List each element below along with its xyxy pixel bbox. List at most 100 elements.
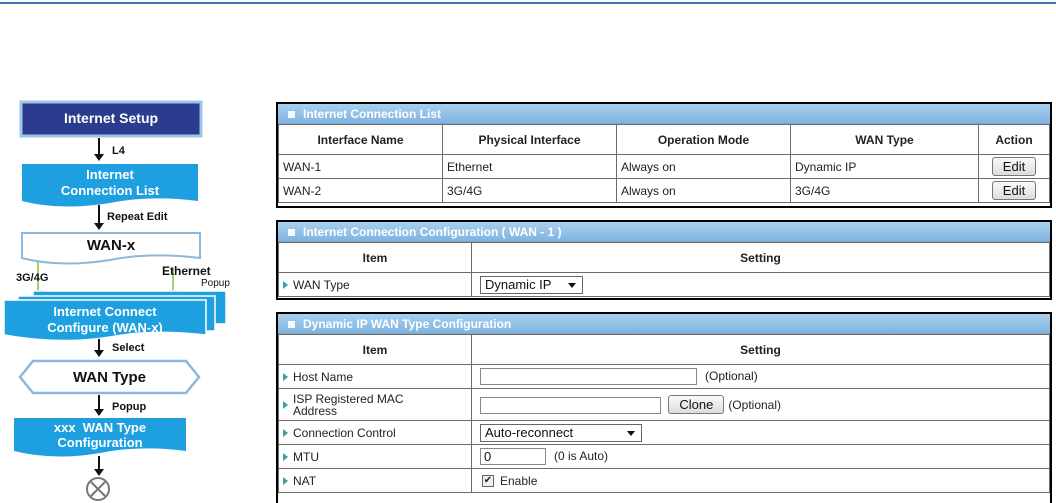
col-action: Action	[978, 124, 1050, 155]
table-row: MTU 0 (0 is Auto)	[278, 444, 1050, 469]
mtu-label-cell: MTU	[278, 444, 472, 469]
col-interface-name: Interface Name	[278, 124, 443, 155]
mac-label-cell: ISP Registered MAC Address	[278, 388, 472, 421]
mac-address-input[interactable]	[480, 397, 661, 415]
connection-config-header: Internet Connection Configuration ( WAN …	[278, 222, 1050, 242]
header-square-icon	[288, 321, 295, 329]
clone-button[interactable]: Clone	[668, 394, 725, 414]
row-arrow-icon	[283, 400, 288, 409]
wan-type-label: WAN Type	[293, 277, 350, 292]
flow-xxx-label-2: Configuration	[57, 435, 143, 450]
table-row: Host Name (Optional)	[278, 364, 1050, 389]
row-interface-name: WAN-2	[278, 178, 443, 203]
row-wan-type: 3G/4G	[790, 178, 979, 203]
connection-list-panel: Internet Connection List Interface Name …	[276, 102, 1052, 208]
flow-popup-label-2: Popup	[112, 401, 147, 413]
flow-wan-x-label: WAN-x	[86, 237, 136, 254]
table-header-row: Item Setting	[278, 242, 1050, 273]
flow-ethernet-label: Ethernet	[162, 264, 211, 278]
chevron-down-icon	[568, 282, 576, 288]
connection-config-title: Internet Connection Configuration ( WAN …	[303, 225, 562, 239]
row-arrow-icon	[283, 372, 288, 381]
flow-select-label: Select	[112, 342, 145, 354]
host-name-setting-cell: (Optional)	[471, 364, 1050, 389]
mtu-setting-cell: 0 (0 is Auto)	[471, 444, 1050, 469]
flow-popup-label-1: Popup	[201, 278, 230, 289]
dynamic-ip-header: Dynamic IP WAN Type Configuration	[278, 314, 1050, 334]
col-operation-mode: Operation Mode	[616, 124, 791, 155]
connection-list-header: Internet Connection List	[278, 104, 1050, 124]
table-row: WAN Type Dynamic IP	[278, 272, 1050, 297]
nat-setting-cell: ✔ Enable	[471, 468, 1050, 493]
header-square-icon	[288, 229, 295, 237]
header-square-icon	[288, 111, 295, 119]
dynamic-ip-panel: Dynamic IP WAN Type Configuration Item S…	[276, 312, 1052, 503]
flow-configure-label-2: Configure (WAN-x)	[47, 320, 163, 335]
dynamic-ip-table: Item Setting Host Name (Optional) ISP Re…	[278, 334, 1050, 493]
table-row: WAN-2 3G/4G Always on 3G/4G Edit	[278, 178, 1050, 203]
table-header-row: Interface Name Physical Interface Operat…	[278, 124, 1050, 155]
edit-button-wan1[interactable]: Edit	[991, 157, 1037, 176]
host-name-label-cell: Host Name	[278, 364, 472, 389]
row-physical-interface: Ethernet	[442, 154, 617, 179]
wan-type-label-cell: WAN Type	[278, 272, 472, 297]
table-header-row: Item Setting	[278, 334, 1050, 365]
row-wan-type: Dynamic IP	[790, 154, 979, 179]
table-row: NAT ✔ Enable	[278, 468, 1050, 493]
flow-3g4g-label: 3G/4G	[16, 272, 49, 284]
row-physical-interface: 3G/4G	[442, 178, 617, 203]
mtu-label: MTU	[293, 449, 319, 464]
col-item: Item	[278, 242, 472, 273]
col-wan-type: WAN Type	[790, 124, 979, 155]
connection-list-title: Internet Connection List	[303, 107, 441, 121]
host-name-optional-note: (Optional)	[705, 368, 758, 383]
mac-setting-cell: Clone (Optional)	[471, 388, 1050, 421]
mac-label-line2: Address	[293, 403, 338, 418]
flow-repeat-edit-label: Repeat Edit	[107, 211, 168, 223]
nat-enable-checkbox[interactable]: ✔	[482, 475, 494, 488]
connection-config-panel: Internet Connection Configuration ( WAN …	[276, 220, 1052, 300]
row-action-cell: Edit	[978, 178, 1050, 203]
wan-type-setting-cell: Dynamic IP	[471, 272, 1050, 297]
nat-enable-label: Enable	[500, 473, 538, 488]
edit-button-wan2[interactable]: Edit	[991, 181, 1037, 200]
table-row: WAN-1 Ethernet Always on Dynamic IP Edit	[278, 154, 1050, 179]
connection-control-label: Connection Control	[293, 425, 396, 440]
connection-control-select[interactable]: Auto-reconnect	[480, 423, 642, 442]
connection-config-table: Item Setting WAN Type Dynamic IP	[278, 242, 1050, 297]
mtu-input[interactable]: 0	[480, 448, 546, 465]
flow-xxx-label-1: xxx WAN Type	[53, 420, 147, 435]
col-setting: Setting	[471, 242, 1050, 273]
nat-label: NAT	[293, 473, 317, 488]
mtu-note: (0 is Auto)	[554, 448, 609, 463]
row-arrow-icon	[283, 280, 288, 289]
flow-internet-setup-label: Internet Setup	[63, 110, 159, 126]
row-action-cell: Edit	[978, 154, 1050, 179]
row-operation-mode: Always on	[616, 178, 791, 203]
wan-type-select-value: Dynamic IP	[485, 276, 552, 292]
col-physical-interface: Physical Interface	[442, 124, 617, 155]
mac-optional-note: (Optional)	[728, 397, 781, 412]
wan-type-select[interactable]: Dynamic IP	[480, 275, 583, 294]
flow-l4-label: L4	[112, 145, 125, 157]
chevron-down-icon	[627, 430, 635, 436]
row-arrow-icon	[283, 452, 288, 461]
table-row: ISP Registered MAC Address Clone (Optional…	[278, 388, 1050, 421]
row-arrow-icon	[283, 476, 288, 485]
flow-configure-label-1: Internet Connect	[53, 304, 157, 319]
nat-label-cell: NAT	[278, 468, 472, 493]
connection-control-value: Auto-reconnect	[485, 424, 574, 440]
connection-control-setting-cell: Auto-reconnect	[471, 420, 1050, 445]
dynamic-ip-title: Dynamic IP WAN Type Configuration	[303, 317, 512, 331]
flow-wan-type-label: WAN Type	[72, 369, 147, 386]
host-name-label: Host Name	[293, 369, 354, 384]
col-item: Item	[278, 334, 472, 365]
host-name-input[interactable]	[480, 368, 697, 385]
table-row: Connection Control Auto-reconnect	[278, 420, 1050, 445]
connection-list-table: Interface Name Physical Interface Operat…	[278, 124, 1050, 203]
connection-control-label-cell: Connection Control	[278, 420, 472, 445]
row-arrow-icon	[283, 428, 288, 437]
flow-conn-list-label-2: Connection List	[60, 183, 160, 198]
flow-conn-list-label-1: Internet	[86, 167, 134, 182]
row-operation-mode: Always on	[616, 154, 791, 179]
